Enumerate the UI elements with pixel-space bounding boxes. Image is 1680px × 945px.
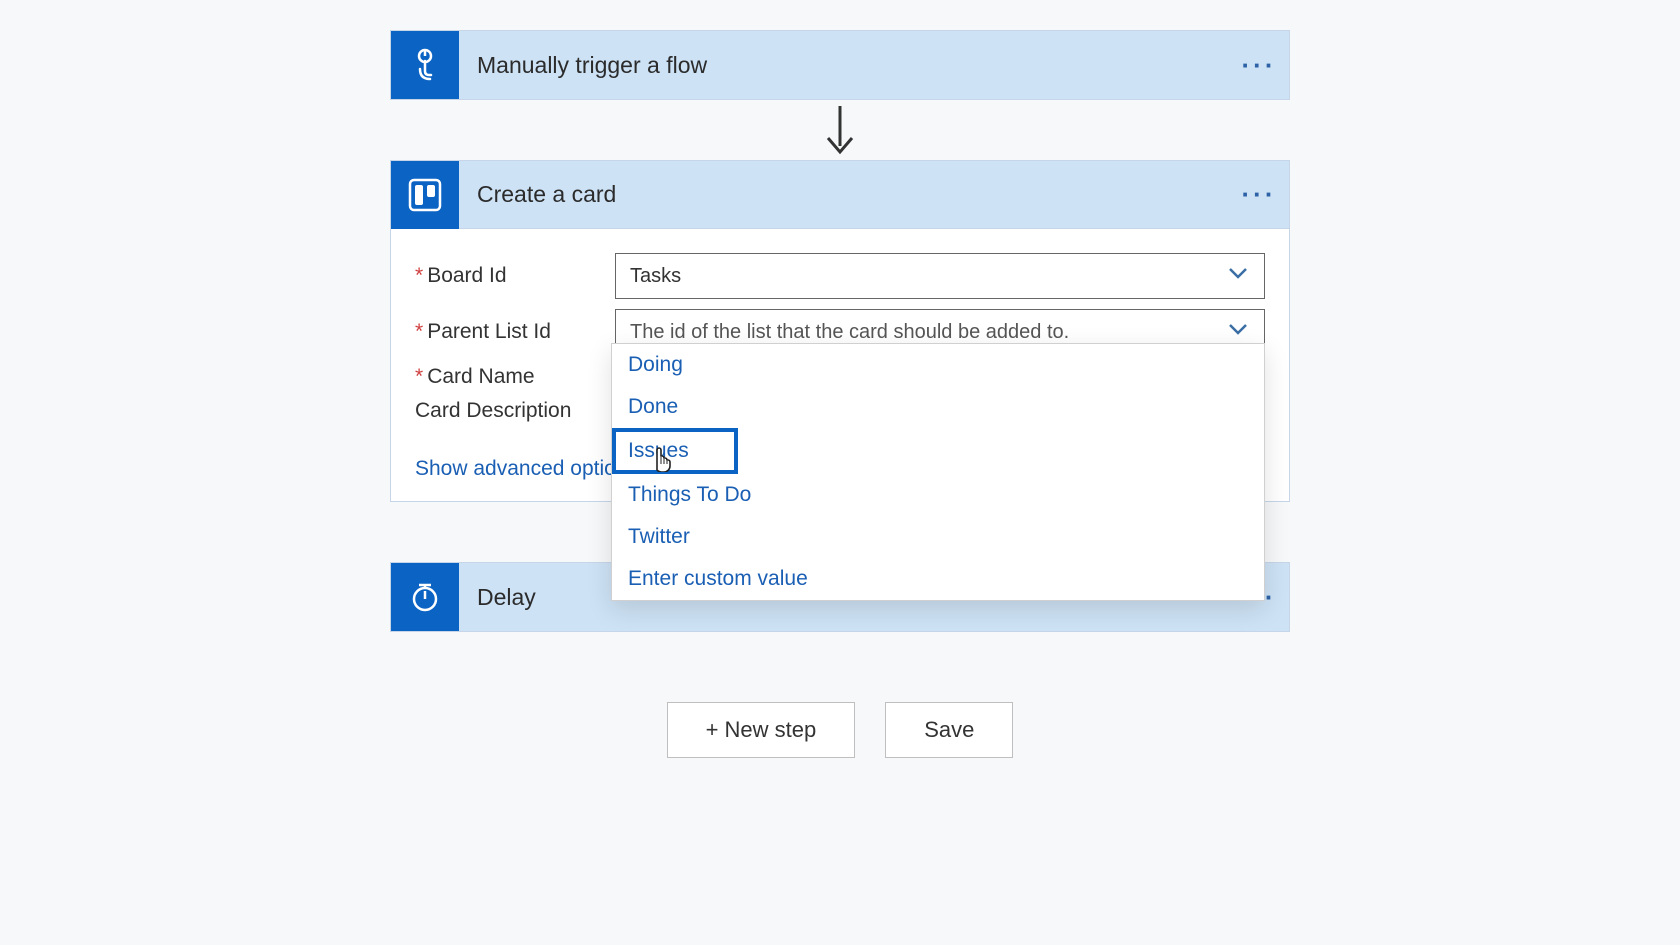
step-header-trigger[interactable]: Manually trigger a flow ··· bbox=[391, 31, 1289, 99]
step-header-create-card[interactable]: Create a card ··· bbox=[391, 161, 1289, 229]
step-menu-trigger[interactable]: ··· bbox=[1229, 50, 1289, 81]
new-step-button[interactable]: + New step bbox=[667, 702, 856, 758]
connector-arrow bbox=[820, 100, 860, 160]
flow-canvas: Manually trigger a flow ··· Create a car… bbox=[0, 0, 1680, 758]
chevron-down-icon bbox=[1224, 259, 1252, 293]
step-title-create-card: Create a card bbox=[459, 181, 1229, 208]
step-create-card: Create a card ··· *Board Id Tasks *Paren… bbox=[390, 160, 1290, 502]
select-board-id[interactable]: Tasks bbox=[615, 253, 1265, 299]
dropdown-option[interactable]: Done bbox=[612, 386, 1264, 428]
dropdown-option[interactable]: Issues bbox=[612, 428, 738, 474]
footer-buttons: + New step Save bbox=[667, 702, 1014, 758]
label-card-description: Card Description bbox=[415, 399, 615, 423]
step-title-trigger: Manually trigger a flow bbox=[459, 52, 1229, 79]
label-board-id: *Board Id bbox=[415, 264, 615, 288]
step-trigger[interactable]: Manually trigger a flow ··· bbox=[390, 30, 1290, 100]
select-board-id-value: Tasks bbox=[630, 265, 681, 288]
dropdown-option[interactable]: Twitter bbox=[612, 516, 1264, 558]
trello-icon bbox=[391, 161, 459, 229]
save-button[interactable]: Save bbox=[885, 702, 1013, 758]
field-row-board-id: *Board Id Tasks bbox=[415, 253, 1265, 299]
trigger-icon bbox=[391, 31, 459, 99]
select-parent-list-placeholder: The id of the list that the card should … bbox=[630, 321, 1069, 344]
dropdown-option[interactable]: Doing bbox=[612, 344, 1264, 386]
label-parent-list-id: *Parent List Id bbox=[415, 320, 615, 344]
step-menu-create-card[interactable]: ··· bbox=[1229, 179, 1289, 210]
dropdown-option[interactable]: Enter custom value bbox=[612, 558, 1264, 600]
parent-list-dropdown[interactable]: DoingDoneIssuesThings To DoTwitterEnter … bbox=[611, 343, 1265, 601]
label-card-name: *Card Name bbox=[415, 365, 615, 389]
timer-icon bbox=[391, 563, 459, 631]
dropdown-option[interactable]: Things To Do bbox=[612, 474, 1264, 516]
